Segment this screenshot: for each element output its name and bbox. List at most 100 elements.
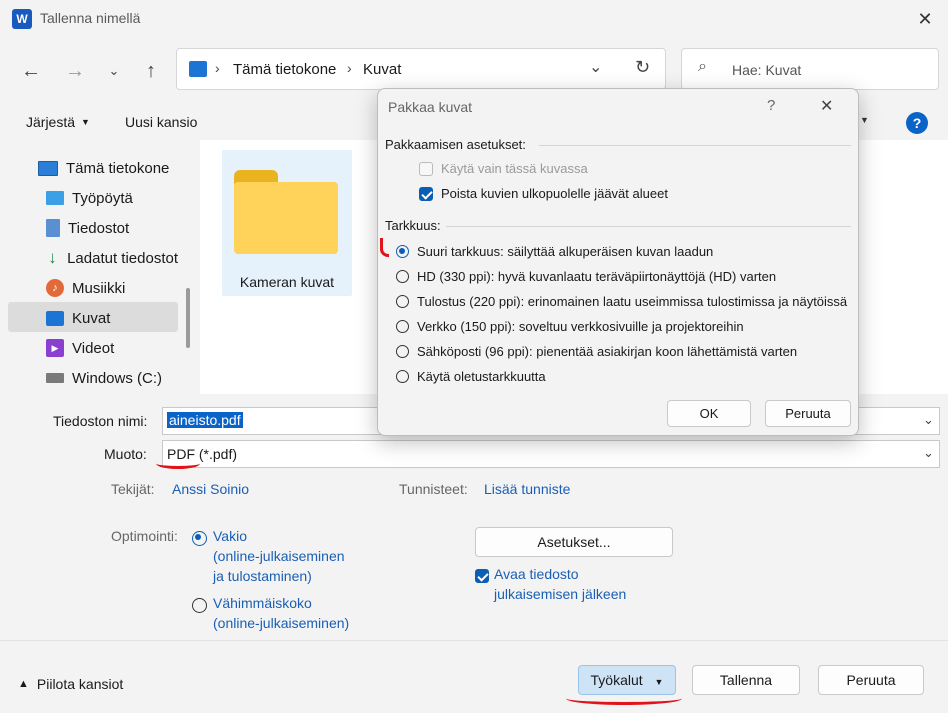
caret-down-icon: ▼ [654, 677, 664, 687]
chevron-up-icon: ▲ [18, 678, 29, 690]
resolution-option-print[interactable]: Tulostus (220 ppi): erinomainen laatu us… [396, 294, 847, 309]
recent-locations-chevron-icon[interactable]: ⌄ [104, 58, 124, 84]
organize-button[interactable]: Järjestä ▼ [26, 114, 90, 130]
sidebar-item-label: Videot [72, 339, 115, 357]
authors-label: Tekijät: [111, 481, 155, 497]
sidebar-item-videos[interactable]: ▶ Videot [46, 334, 114, 362]
tools-button[interactable]: Työkalut ▼ [578, 665, 676, 695]
back-button[interactable]: ← [18, 58, 44, 84]
sidebar-item-drive-c[interactable]: Windows (C:) [46, 364, 162, 392]
hide-folders-label: Piilota kansiot [36, 676, 124, 692]
authors-value[interactable]: Anssi Soinio [172, 481, 249, 497]
resolution-option-hd[interactable]: HD (330 ppi): hyvä kuvanlaatu teräväpiir… [396, 269, 776, 284]
checkbox-checked-icon [475, 569, 489, 584]
breadcrumb-pictures[interactable]: Kuvat [363, 61, 401, 78]
sidebar-item-label: Windows (C:) [72, 369, 163, 387]
help-icon[interactable]: ? [906, 112, 928, 134]
folder-name: Kameran kuvat [239, 274, 335, 290]
sidebar-item-documents[interactable]: Tiedostot [46, 214, 129, 242]
footer-bar [0, 640, 948, 713]
tags-value[interactable]: Lisää tunniste [484, 481, 570, 497]
filename-label: Tiedoston nimi: [53, 413, 148, 429]
search-icon: ⌕ [698, 58, 707, 75]
cancel-button[interactable]: Peruuta [818, 665, 924, 695]
dialog-cancel-button[interactable]: Peruuta [765, 400, 851, 427]
view-options-caret-icon[interactable]: ▼ [860, 115, 869, 125]
filename-input[interactable]: aineisto.pdf [167, 412, 243, 428]
only-this-picture-option[interactable]: Käytä vain tässä kuvassa [419, 161, 588, 176]
optimize-label: Optimointi: [111, 528, 178, 544]
sidebar-item-pictures[interactable]: Kuvat [46, 304, 110, 332]
optimize-standard-radio[interactable] [192, 529, 207, 546]
resolution-option-label: Käytä oletustarkkuutta [417, 369, 546, 384]
breadcrumb-this-pc[interactable]: Tämä tietokone [233, 61, 336, 78]
red-underline-annotation [566, 692, 682, 705]
open-after-checkbox[interactable] [475, 567, 489, 584]
search-box[interactable]: ⌕ Hae: Kuvat [681, 48, 939, 90]
radio-selected-icon [396, 245, 409, 258]
organize-label: Järjestä [26, 114, 76, 130]
tags-label: Tunnisteet: [399, 481, 468, 497]
close-icon[interactable]: ✕ [912, 6, 938, 32]
sidebar-scrollbar[interactable] [186, 288, 190, 348]
resolution-option-label: Tulostus (220 ppi): erinomainen laatu us… [417, 294, 848, 309]
delete-cropped-label: Poista kuvien ulkopuolelle jäävät alueet [441, 186, 668, 201]
optimize-standard-desc2: ja tulostaminen) [213, 568, 312, 584]
compress-settings-header: Pakkaamisen asetukset: [385, 137, 526, 152]
radio-unselected-icon [192, 597, 207, 613]
up-button[interactable]: ↑ [138, 58, 164, 84]
radio-unselected-icon [396, 270, 409, 283]
dialog-ok-button[interactable]: OK [667, 400, 751, 427]
dialog-close-icon[interactable]: ✕ [820, 96, 833, 116]
open-after-label-2: julkaisemisen jälkeen [494, 586, 627, 602]
forward-button[interactable]: → [62, 58, 88, 84]
sidebar-item-this-pc[interactable]: Tämä tietokone [38, 154, 169, 182]
resolution-option-email[interactable]: Sähköposti (96 ppi): pienentää asiakirja… [396, 344, 797, 359]
refresh-icon[interactable]: ↻ [635, 57, 650, 78]
optimize-min-desc: (online-julkaiseminen) [213, 615, 350, 631]
only-this-picture-label: Käytä vain tässä kuvassa [441, 161, 588, 176]
radio-unselected-icon [396, 295, 409, 308]
address-bar[interactable]: › Tämä tietokone › Kuvat ⌄ ↻ [176, 48, 666, 90]
folder-tile[interactable]: Kameran kuvat [222, 150, 352, 296]
optimize-min-label[interactable]: Vähimmäiskoko [213, 595, 312, 611]
word-app-icon: W [12, 9, 32, 29]
music-icon: ♪ [46, 279, 64, 297]
resolution-option-label: Sähköposti (96 ppi): pienentää asiakirja… [417, 344, 798, 359]
sidebar-item-label: Kuvat [72, 309, 111, 327]
radio-selected-icon [192, 530, 207, 546]
sidebar-item-downloads[interactable]: ↓ Ladatut tiedostot [46, 244, 178, 272]
hide-folders-button[interactable]: ▲ Piilota kansiot [18, 676, 123, 692]
folder-icon [234, 170, 338, 254]
delete-cropped-option[interactable]: Poista kuvien ulkopuolelle jäävät alueet [419, 186, 668, 201]
download-icon: ↓ [48, 248, 57, 267]
optimize-min-radio[interactable] [192, 596, 207, 613]
resolution-option-label: Verkko (150 ppi): soveltuu verkkosivuill… [417, 319, 744, 334]
dialog-help-button[interactable]: ? [767, 97, 775, 114]
open-after-label-1[interactable]: Avaa tiedosto [494, 566, 579, 582]
search-input-placeholder: Hae: Kuvat [732, 62, 802, 78]
optimize-standard-label[interactable]: Vakio [213, 528, 247, 544]
radio-unselected-icon [396, 320, 409, 333]
sidebar-item-label: Musiikki [72, 279, 126, 297]
dialog-divider [446, 226, 851, 227]
settings-button[interactable]: Asetukset... [475, 527, 673, 557]
sidebar-item-music[interactable]: ♪ Musiikki [46, 274, 125, 302]
desktop-icon [46, 191, 64, 205]
resolution-option-default[interactable]: Käytä oletustarkkuutta [396, 369, 546, 384]
resolution-option-label: Suuri tarkkuus: säilyttää alkuperäisen k… [417, 244, 714, 259]
filename-dropdown-icon[interactable]: ⌄ [923, 412, 934, 428]
monitor-icon [38, 160, 58, 176]
documents-icon [46, 219, 60, 237]
address-dropdown-icon[interactable]: ⌄ [589, 57, 602, 77]
resolution-option-high-fidelity[interactable]: Suuri tarkkuus: säilyttää alkuperäisen k… [396, 244, 713, 259]
save-button[interactable]: Tallenna [692, 665, 800, 695]
title-bar: W Tallenna nimellä ✕ [0, 0, 948, 40]
format-select[interactable]: PDF (*.pdf) ⌄ [162, 440, 940, 468]
sidebar-item-desktop[interactable]: Työpöytä [46, 184, 133, 212]
red-underline-annotation [156, 458, 200, 469]
new-folder-button[interactable]: Uusi kansio [125, 114, 197, 130]
sidebar-item-label: Ladatut tiedostot [67, 249, 178, 267]
resolution-option-web[interactable]: Verkko (150 ppi): soveltuu verkkosivuill… [396, 319, 744, 334]
format-dropdown-icon[interactable]: ⌄ [923, 445, 934, 461]
